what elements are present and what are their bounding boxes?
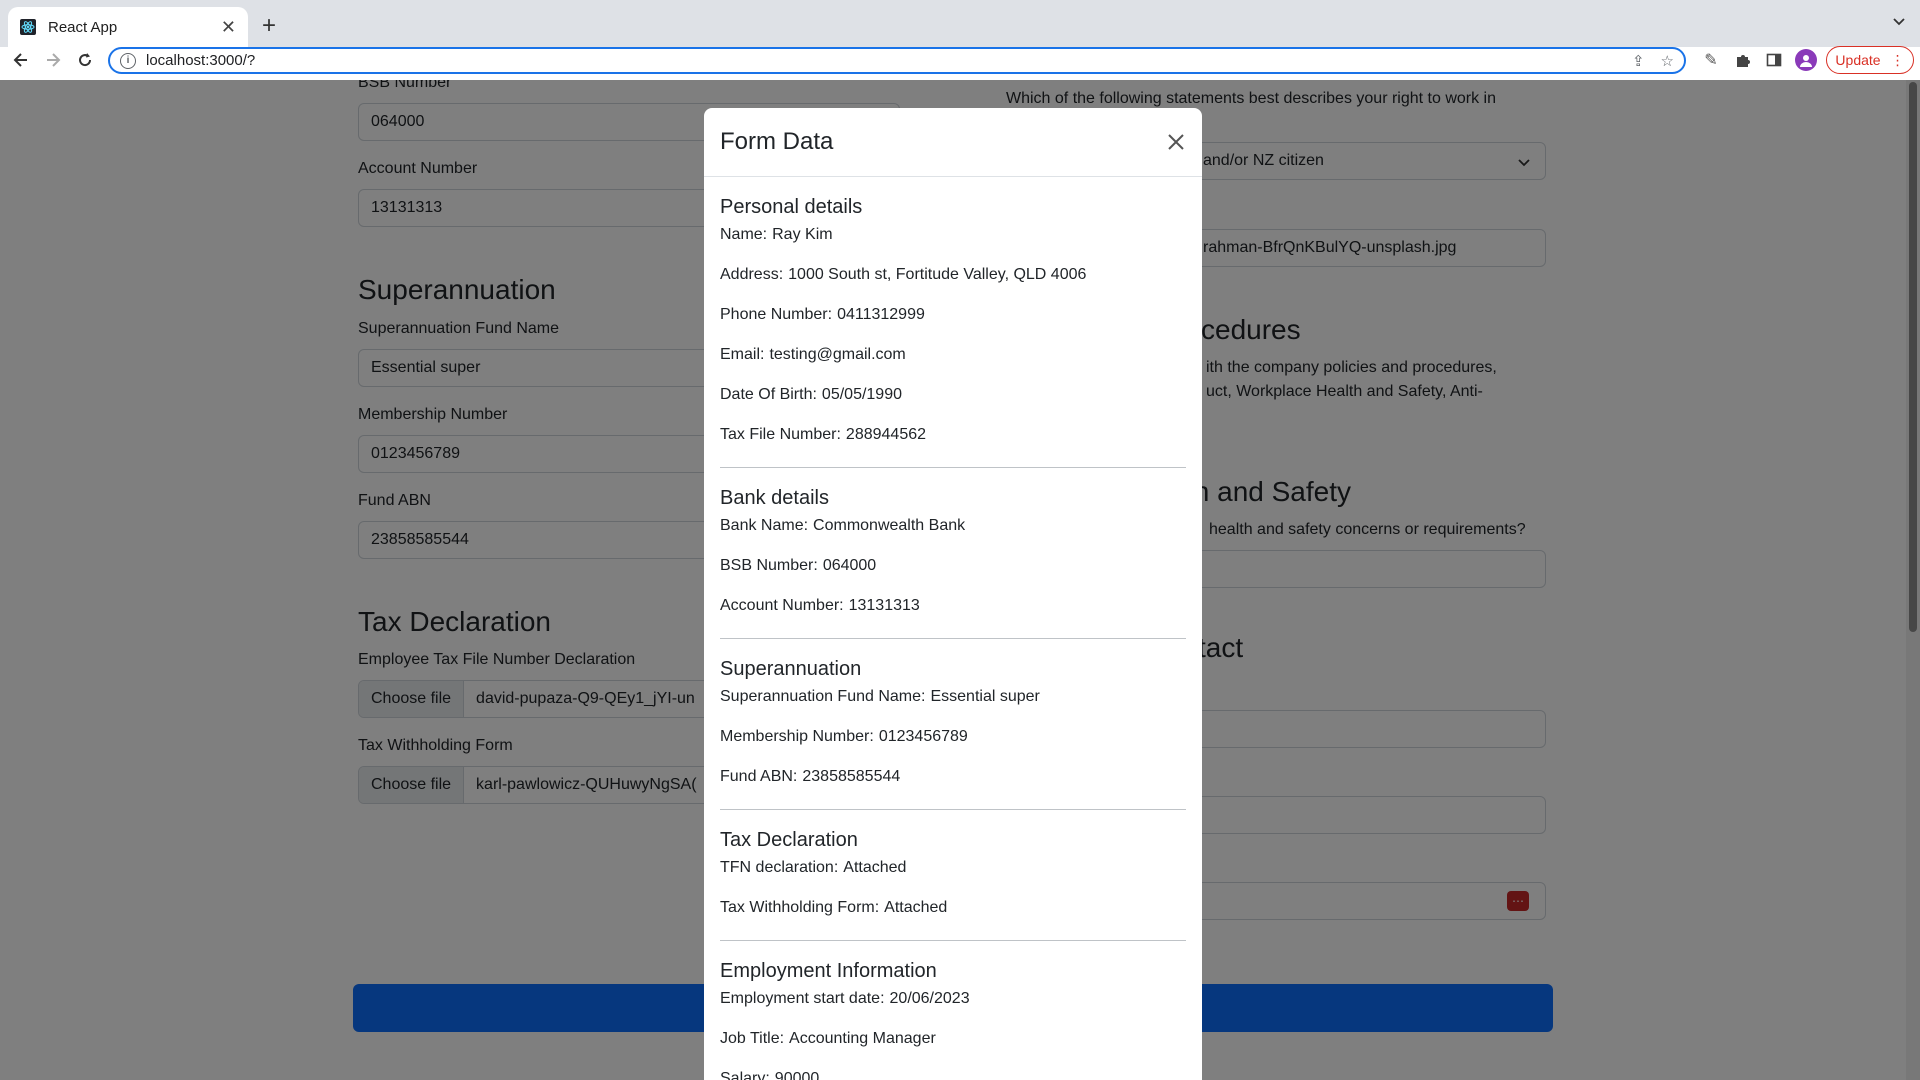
close-icon[interactable] <box>1164 130 1188 154</box>
browser-tab[interactable]: React App ✕ <box>8 7 248 47</box>
detail-value: Attached <box>843 859 907 876</box>
detail-row: Membership Number: 0123456789 <box>720 725 1186 765</box>
detail-key: Phone Number: <box>720 306 833 323</box>
detail-key: Employment start date: <box>720 990 885 1007</box>
detail-key: Address: <box>720 266 784 283</box>
detail-value: 90000 <box>774 1070 820 1080</box>
detail-key: Job Title: <box>720 1030 785 1047</box>
detail-row: Account Number: 13131313 <box>720 594 1186 634</box>
detail-value: Accounting Manager <box>789 1030 936 1047</box>
detail-value: 064000 <box>822 557 877 574</box>
section-divider <box>720 809 1186 810</box>
tab-search-chevron-icon[interactable] <box>1892 14 1906 33</box>
detail-key: Superannuation Fund Name: <box>720 688 926 705</box>
detail-row: Email: testing@gmail.com <box>720 343 1186 383</box>
detail-row: Salary: 90000 <box>720 1067 1186 1080</box>
detail-value: 0411312999 <box>837 306 925 323</box>
kebab-menu-icon[interactable]: ⋮ <box>1891 52 1905 69</box>
tab-strip: React App ✕ + <box>0 0 1920 47</box>
profile-avatar[interactable] <box>1795 49 1817 71</box>
detail-value: 1000 South st, Fortitude Valley, QLD 400… <box>788 266 1087 283</box>
extensions-puzzle-icon[interactable] <box>1728 45 1758 75</box>
section-title: Tax Declaration <box>720 829 858 851</box>
detail-row: Phone Number: 0411312999 <box>720 303 1186 343</box>
new-tab-icon[interactable]: + <box>262 12 276 40</box>
detail-row: Fund ABN: 23858585544 <box>720 765 1186 805</box>
detail-row: Superannuation Fund Name: Essential super <box>720 685 1186 725</box>
pencil-extension-icon[interactable]: ✎ <box>1696 45 1726 75</box>
url-text: localhost:3000/? <box>146 52 256 69</box>
detail-key: Email: <box>720 346 765 363</box>
address-bar[interactable]: i localhost:3000/? ⇪ ☆ <box>108 47 1686 74</box>
detail-key: Tax File Number: <box>720 426 841 443</box>
tab-title: React App <box>48 18 118 36</box>
bookmark-star-icon[interactable]: ☆ <box>1661 52 1674 70</box>
detail-value: 05/05/1990 <box>821 386 902 403</box>
detail-row: Employment start date: 20/06/2023 <box>720 987 1186 1027</box>
modal-title: Form Data <box>720 128 834 155</box>
reload-icon[interactable] <box>70 45 100 75</box>
detail-row: Date Of Birth: 05/05/1990 <box>720 383 1186 423</box>
detail-key: Salary: <box>720 1070 770 1080</box>
share-icon[interactable]: ⇪ <box>1632 52 1645 70</box>
detail-value: Attached <box>884 899 948 916</box>
detail-key: Fund ABN: <box>720 768 798 785</box>
section-title: Personal details <box>720 196 863 218</box>
detail-row: TFN declaration: Attached <box>720 856 1186 896</box>
react-favicon-icon <box>20 19 36 35</box>
side-panel-icon[interactable] <box>1759 45 1789 75</box>
detail-value: 23858585544 <box>802 768 901 785</box>
detail-row: Tax Withholding Form: Attached <box>720 896 1186 936</box>
modal-header: Form Data <box>704 108 1202 177</box>
detail-value: 20/06/2023 <box>889 990 970 1007</box>
section-divider <box>720 940 1186 941</box>
detail-row: Job Title: Accounting Manager <box>720 1027 1186 1067</box>
detail-key: Account Number: <box>720 597 844 614</box>
detail-key: TFN declaration: <box>720 859 839 876</box>
detail-key: Bank Name: <box>720 517 809 534</box>
detail-value: 13131313 <box>848 597 920 614</box>
detail-key: Membership Number: <box>720 728 874 745</box>
detail-value: Commonwealth Bank <box>813 517 966 534</box>
detail-value: 0123456789 <box>878 728 968 745</box>
detail-key: Name: <box>720 226 768 243</box>
site-info-icon[interactable]: i <box>120 52 136 69</box>
detail-key: Tax Withholding Form: <box>720 899 880 916</box>
section-title: Superannuation <box>720 658 862 680</box>
section-divider <box>720 467 1186 468</box>
detail-row: Name: Ray Kim <box>720 223 1186 263</box>
detail-key: BSB Number: <box>720 557 818 574</box>
tab-close-icon[interactable]: ✕ <box>221 17 236 38</box>
detail-row: Tax File Number: 288944562 <box>720 423 1186 463</box>
section-divider <box>720 638 1186 639</box>
update-label: Update <box>1835 52 1881 68</box>
update-button[interactable]: Update ⋮ <box>1826 46 1914 74</box>
detail-row: Bank Name: Commonwealth Bank <box>720 514 1186 554</box>
detail-value: testing@gmail.com <box>769 346 906 363</box>
detail-value: 288944562 <box>845 426 927 443</box>
detail-key: Date Of Birth: <box>720 386 817 403</box>
detail-row: Address: 1000 South st, Fortitude Valley,… <box>720 263 1186 303</box>
section-title: Bank details <box>720 487 829 509</box>
form-data-modal: Form Data Personal details Name: Ray Kim Ad… <box>704 108 1202 1080</box>
section-title: Employment Information <box>720 960 937 982</box>
detail-value: Ray Kim <box>772 226 833 243</box>
detail-row: BSB Number: 064000 <box>720 554 1186 594</box>
back-icon[interactable] <box>6 45 36 75</box>
detail-value: Essential super <box>930 688 1040 705</box>
modal-body: Personal details Name: Ray Kim Address: 1000… <box>704 191 1202 1080</box>
forward-icon[interactable] <box>38 45 68 75</box>
